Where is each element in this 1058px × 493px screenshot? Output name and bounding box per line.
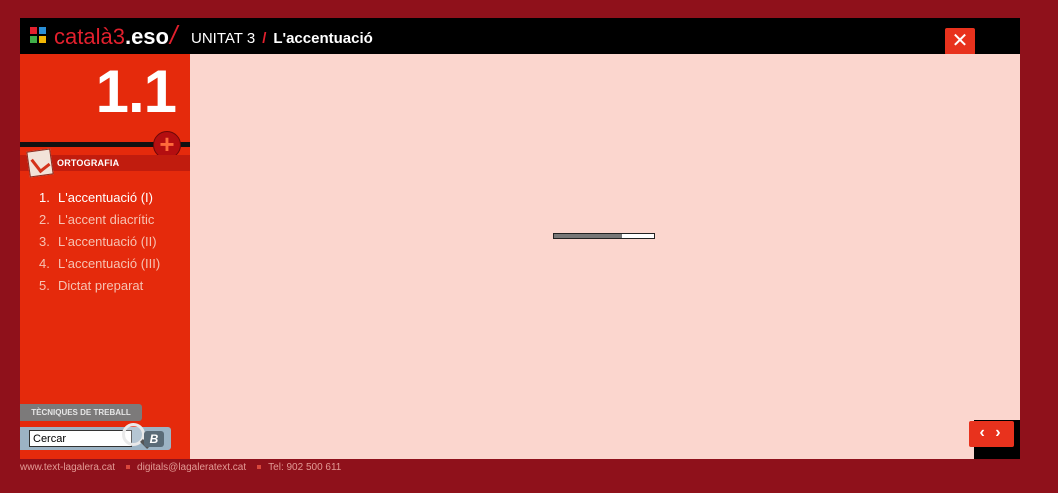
logo-square [30, 27, 37, 34]
app-window: català3.eso/ UNITAT 3/L'accentuació ✕ 1.… [20, 18, 1020, 459]
category-label: ORTOGRAFIA [57, 158, 120, 168]
brand-logo: català3.eso/ [54, 22, 177, 50]
page-title: L'accentuació [273, 30, 373, 47]
lesson-label: Dictat preparat [58, 278, 144, 293]
footer-email-link[interactable]: digitals@lagaleratext.cat [137, 462, 246, 473]
prev-next-button[interactable]: ‹ › [969, 421, 1014, 447]
unit-label: UNITAT 3 [191, 30, 256, 47]
loading-bar [553, 233, 655, 239]
category-header: ORTOGRAFIA [20, 148, 190, 178]
brand-slash: / [169, 20, 178, 50]
lesson-number: 1. [39, 190, 50, 205]
header-bar: català3.eso/ UNITAT 3/L'accentuació ✕ [20, 18, 1020, 55]
lesson-label: L'accentuació (I) [58, 190, 153, 205]
close-button[interactable]: ✕ [945, 28, 975, 55]
logo-square [39, 27, 46, 34]
lesson-label: L'accent diacrític [58, 212, 155, 227]
lesson-item-1[interactable]: 1. L'accentuació (I) [39, 187, 160, 209]
loading-bar-fill [554, 234, 622, 238]
brand-suffix: .eso [124, 24, 169, 49]
bullet-icon [126, 465, 131, 469]
breadcrumb-separator: / [262, 30, 267, 47]
lesson-label: L'accentuació (II) [58, 234, 157, 249]
search-input[interactable] [29, 430, 132, 447]
footer-website-link[interactable]: www.text-lagalera.cat [20, 462, 115, 473]
lesson-item-2[interactable]: 2. L'accent diacrític [39, 209, 160, 231]
lesson-item-5[interactable]: 5. Dictat preparat [39, 275, 160, 297]
lesson-item-3[interactable]: 3. L'accentuació (II) [39, 231, 160, 253]
lesson-number: 5. [39, 278, 50, 293]
sidebar: 1.1 + ORTOGRAFIA 1. L'accentuació (I) 2. L… [20, 54, 190, 459]
section-number: 1.1 [95, 58, 177, 125]
footer: www.text-lagalera.cat digitals@lagalerate… [20, 462, 341, 473]
logo-icon [30, 27, 46, 43]
lesson-number: 3. [39, 234, 50, 249]
search-button[interactable]: B [144, 431, 164, 447]
content-area [190, 54, 1020, 459]
tools-tab[interactable]: TÈCNIQUES DE TREBALL [20, 404, 142, 421]
breadcrumb: UNITAT 3 / L'accentuació [191, 30, 373, 47]
footer-phone: Tel: 902 500 611 [268, 462, 342, 473]
lesson-number: 4. [39, 256, 50, 271]
lesson-label: L'accentuació (III) [58, 256, 161, 271]
logo-square [39, 36, 46, 43]
brand-name: català3 [54, 24, 125, 49]
lesson-item-4[interactable]: 4. L'accentuació (III) [39, 253, 160, 275]
logo-square [30, 36, 37, 43]
lesson-number: 2. [39, 212, 50, 227]
lesson-list: 1. L'accentuació (I) 2. L'accent diacrític… [39, 187, 160, 297]
search-icon[interactable] [122, 423, 145, 446]
pencil-icon [26, 148, 54, 178]
bullet-icon [257, 465, 262, 469]
search-box: B [20, 423, 171, 450]
